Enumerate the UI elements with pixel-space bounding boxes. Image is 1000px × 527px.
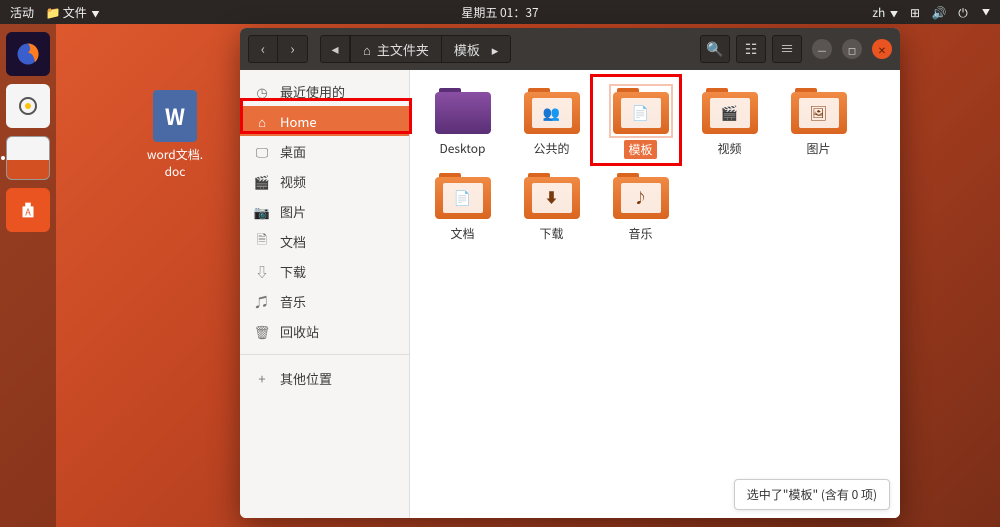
- sidebar-item-other[interactable]: + 其他位置: [240, 363, 409, 393]
- folder-item[interactable]: 📄 模板: [608, 88, 673, 159]
- folder-label: 图片: [806, 140, 830, 157]
- sidebar-separator: [240, 354, 409, 355]
- sidebar-item-label: 桌面: [280, 142, 306, 161]
- folder-item[interactable]: 👥 公共的: [519, 88, 584, 159]
- video-icon: 🎬: [254, 173, 270, 189]
- window-close-button[interactable]: ✕: [872, 39, 892, 59]
- sidebar-item-clock[interactable]: ◷ 最近使用的: [240, 76, 409, 106]
- folder-item[interactable]: 🖼 图片: [786, 88, 851, 159]
- search-button[interactable]: 🔍: [700, 35, 730, 63]
- chevron-down-icon: ▼: [91, 9, 99, 20]
- network-icon[interactable]: ⊞: [908, 5, 922, 19]
- sidebar-item-label: 下载: [280, 262, 306, 281]
- statusbar: 选中了"模板" (含有 0 项): [734, 479, 890, 510]
- input-method[interactable]: zh ▼: [872, 4, 898, 21]
- sidebar-item-label: 最近使用的: [280, 82, 345, 101]
- sidebar-item-label: 图片: [280, 202, 306, 221]
- sidebar-item-label: 音乐: [280, 292, 306, 311]
- dock-software[interactable]: A: [6, 188, 50, 232]
- dock-firefox[interactable]: [6, 32, 50, 76]
- sidebar: ◷ 最近使用的 ⌂ Home 🖵 桌面 🎬 视频 📷 图片 🗎 文档 ⇩ 下载 ♫ 音乐 🗑 回收站 + 其他位置: [240, 70, 410, 518]
- sidebar-item-home[interactable]: ⌂ Home: [240, 106, 409, 136]
- folder-item[interactable]: ♪ 音乐: [608, 173, 673, 242]
- clock-icon: ◷: [254, 83, 270, 99]
- view-toggle-button[interactable]: ☷: [736, 35, 766, 63]
- desktop-file-label: word文档. doc: [140, 146, 210, 180]
- sidebar-item-trash[interactable]: 🗑 回收站: [240, 316, 409, 346]
- folder-icon: [435, 88, 491, 134]
- folder-label: Desktop: [440, 140, 486, 157]
- sidebar-item-desktop[interactable]: 🖵 桌面: [240, 136, 409, 166]
- dock-rhythmbox[interactable]: [6, 84, 50, 128]
- folder-label: 公共的: [533, 140, 569, 157]
- dock-files[interactable]: [6, 136, 50, 180]
- sidebar-item-label: 视频: [280, 172, 306, 191]
- window-minimize-button[interactable]: —: [812, 39, 832, 59]
- nav-forward-button[interactable]: ›: [278, 35, 308, 63]
- folder-label: 模板: [624, 140, 656, 159]
- folder-icon: 👥: [524, 88, 580, 134]
- sidebar-item-download[interactable]: ⇩ 下载: [240, 256, 409, 286]
- sidebar-item-label: 文档: [280, 232, 306, 251]
- dock: A: [0, 24, 56, 527]
- sidebar-item-label: 回收站: [280, 322, 319, 341]
- music-icon: ♫: [254, 293, 270, 309]
- path-segment-current[interactable]: 模板 ▸: [442, 35, 511, 63]
- folder-icon: 📄: [613, 88, 669, 134]
- sidebar-item-video[interactable]: 🎬 视频: [240, 166, 409, 196]
- folder-label: 音乐: [628, 225, 652, 242]
- folder-item[interactable]: ⬇ 下载: [519, 173, 584, 242]
- desktop-icon: 🖵: [254, 143, 270, 159]
- pathbar: ◂ ⌂主文件夹 模板 ▸: [320, 35, 511, 63]
- path-segment-home[interactable]: ⌂主文件夹: [350, 35, 442, 63]
- folder-icon: ♪: [613, 173, 669, 219]
- folder-item[interactable]: Desktop: [430, 88, 495, 159]
- titlebar: ‹ › ◂ ⌂主文件夹 模板 ▸ 🔍 ☷ ≡ — ◻ ✕: [240, 28, 900, 70]
- sidebar-item-music[interactable]: ♫ 音乐: [240, 286, 409, 316]
- files-icon: 📁: [46, 5, 60, 19]
- clock[interactable]: 星期五 01：37: [461, 4, 538, 21]
- home-icon: ⌂: [363, 40, 371, 59]
- image-icon: 📷: [254, 203, 270, 219]
- sidebar-item-label: Home: [280, 112, 317, 131]
- content-area: Desktop 👥 公共的 📄 模板 🎬 视频 🖼 图片 📄 文档 ⬇ 下载 ♪ 音乐 选中了"模板" (含…: [410, 70, 900, 518]
- files-window: ‹ › ◂ ⌂主文件夹 模板 ▸ 🔍 ☷ ≡ — ◻ ✕ ◷ 最近使用的 ⌂ Home…: [240, 28, 900, 518]
- window-maximize-button[interactable]: ◻: [842, 39, 862, 59]
- folder-icon: 🖼: [791, 88, 847, 134]
- doc-icon: 🗎: [254, 233, 270, 249]
- folder-item[interactable]: 🎬 视频: [697, 88, 762, 159]
- plus-icon: +: [254, 370, 270, 386]
- download-icon: ⇩: [254, 263, 270, 279]
- folder-icon: 📄: [435, 173, 491, 219]
- path-prev-button[interactable]: ◂: [320, 35, 350, 63]
- sidebar-item-doc[interactable]: 🗎 文档: [240, 226, 409, 256]
- folder-icon: 🎬: [702, 88, 758, 134]
- word-icon: W: [153, 90, 197, 142]
- folder-icon: ⬇: [524, 173, 580, 219]
- nav-back-button[interactable]: ‹: [248, 35, 278, 63]
- folder-item[interactable]: 📄 文档: [430, 173, 495, 242]
- svg-text:A: A: [25, 205, 31, 219]
- app-menu[interactable]: 📁 文件 ▼: [46, 4, 99, 21]
- activities-button[interactable]: 活动: [10, 4, 34, 21]
- sidebar-item-image[interactable]: 📷 图片: [240, 196, 409, 226]
- folder-label: 视频: [717, 140, 741, 157]
- folder-label: 文档: [450, 225, 474, 242]
- power-icon[interactable]: ⏻: [956, 5, 970, 19]
- volume-icon[interactable]: 🔊: [932, 5, 946, 19]
- sidebar-item-label: 其他位置: [280, 369, 332, 388]
- chevron-down-icon: ▼: [982, 7, 990, 18]
- desktop-file-word[interactable]: W word文档. doc: [140, 90, 210, 180]
- top-panel: 活动 📁 文件 ▼ 星期五 01：37 zh ▼ ⊞ 🔊 ⏻ ▼: [0, 0, 1000, 24]
- folder-label: 下载: [539, 225, 563, 242]
- trash-icon: 🗑: [254, 323, 270, 339]
- hamburger-button[interactable]: ≡: [772, 35, 802, 63]
- home-icon: ⌂: [254, 113, 270, 129]
